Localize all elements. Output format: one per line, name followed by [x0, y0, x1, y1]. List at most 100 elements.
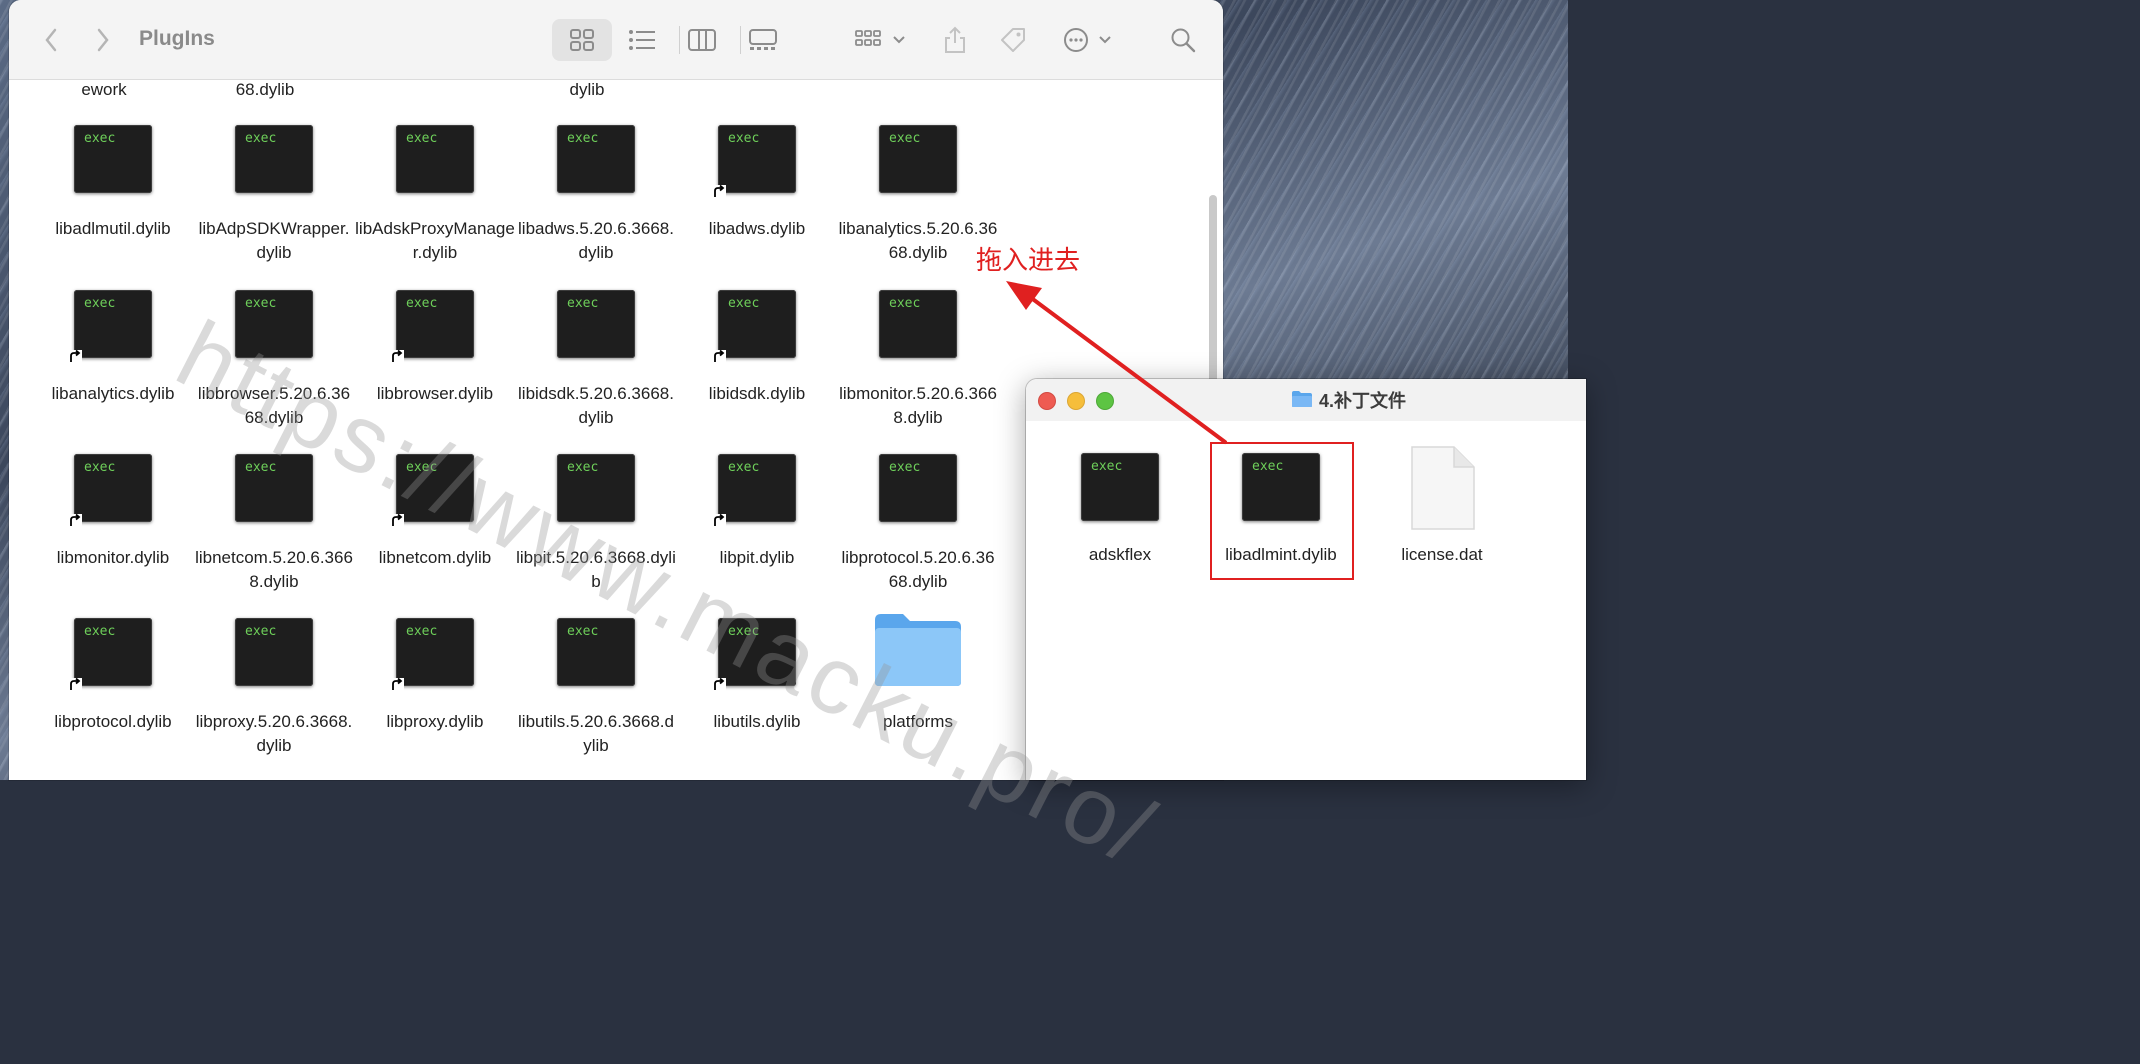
- exec-badge-text: exec: [567, 460, 599, 475]
- tag-icon[interactable]: [997, 24, 1029, 56]
- exec-file-icon: exec: [879, 125, 957, 193]
- file-item[interactable]: exec libbrowser.dylib: [355, 290, 515, 440]
- file-label: libbrowser.5.20.6.3668.dylib: [197, 384, 351, 427]
- close-button[interactable]: [1038, 392, 1056, 410]
- alias-arrow-icon: [68, 678, 82, 692]
- file-label: libutils.dylib: [713, 712, 801, 731]
- file-label: libprotocol.dylib: [54, 712, 172, 731]
- icon-view-icon[interactable]: [566, 24, 598, 56]
- exec-file-icon: exec: [74, 290, 152, 358]
- exec-file-icon: exec: [235, 125, 313, 193]
- exec-badge-text: exec: [84, 296, 116, 311]
- column-view-icon[interactable]: [686, 24, 718, 56]
- file-item[interactable]: exec libutils.dylib: [677, 618, 837, 768]
- alias-arrow-icon: [68, 514, 82, 528]
- file-label: libadws.dylib: [708, 219, 806, 238]
- file-item[interactable]: exec libproxy.dylib: [355, 618, 515, 768]
- file-item[interactable]: exec libpit.dylib: [677, 454, 837, 604]
- window-titlebar: 4.补丁文件: [1026, 379, 1586, 421]
- gallery-view-icon[interactable]: [746, 24, 780, 56]
- file-item[interactable]: exec libprotocol.5.20.6.3668.dylib: [838, 454, 998, 604]
- more-actions-icon[interactable]: [1059, 24, 1117, 56]
- exec-file-icon: exec: [396, 125, 474, 193]
- exec-badge-text: exec: [245, 296, 277, 311]
- exec-file-icon: exec: [74, 618, 152, 686]
- exec-badge-text: exec: [567, 624, 599, 639]
- list-view-icon[interactable]: [626, 24, 658, 56]
- exec-file-icon: exec: [235, 618, 313, 686]
- forward-icon[interactable]: [91, 24, 115, 56]
- folder-item[interactable]: platforms: [838, 614, 998, 768]
- alias-arrow-icon: [712, 514, 726, 528]
- folder-icon: [1291, 390, 1313, 413]
- file-item[interactable]: exec libmonitor.5.20.6.3668.dylib: [838, 290, 998, 440]
- zoom-button[interactable]: [1096, 392, 1114, 410]
- toolbar-divider: [679, 26, 680, 54]
- group-by-icon[interactable]: [852, 24, 912, 56]
- file-label: libpit.5.20.6.3668.dylib: [516, 548, 676, 591]
- file-item[interactable]: exec libidsdk.5.20.6.3668.dylib: [516, 290, 676, 440]
- folder-icon: [875, 614, 961, 686]
- file-item[interactable]: exec libadws.5.20.6.3668.dylib: [516, 125, 676, 275]
- file-label: libidsdk.5.20.6.3668.dylib: [518, 384, 674, 427]
- exec-badge-text: exec: [567, 296, 599, 311]
- exec-badge-text: exec: [406, 131, 438, 146]
- exec-badge-text: exec: [889, 296, 921, 311]
- file-item[interactable]: exec libanalytics.5.20.6.3668.dylib: [838, 125, 998, 275]
- alias-arrow-icon: [712, 185, 726, 199]
- file-label: libadlmutil.dylib: [55, 219, 171, 238]
- file-item[interactable]: exec libutils.5.20.6.3668.dylib: [516, 618, 676, 768]
- file-item[interactable]: exec libadws.dylib: [677, 125, 837, 275]
- exec-badge-text: exec: [406, 460, 438, 475]
- exec-file-icon: exec: [396, 290, 474, 358]
- file-item[interactable]: exec libidsdk.dylib: [677, 290, 837, 440]
- exec-file-icon: exec: [396, 618, 474, 686]
- file-item[interactable]: exec libadlmutil.dylib: [33, 125, 193, 275]
- back-icon[interactable]: [39, 24, 63, 56]
- file-item[interactable]: exec libnetcom.5.20.6.3668.dylib: [194, 454, 354, 604]
- exec-badge-text: exec: [84, 460, 116, 475]
- alias-arrow-icon: [712, 350, 726, 364]
- alias-arrow-icon: [390, 678, 404, 692]
- window-title: 4.补丁文件: [1319, 391, 1407, 411]
- exec-file-icon: exec: [718, 290, 796, 358]
- file-item[interactable]: exec libproxy.5.20.6.3668.dylib: [194, 618, 354, 768]
- file-label: libanalytics.dylib: [51, 384, 175, 403]
- exec-badge-text: exec: [889, 460, 921, 475]
- file-item[interactable]: exec libnetcom.dylib: [355, 454, 515, 604]
- file-item[interactable]: exec libprotocol.dylib: [33, 618, 193, 768]
- file-item[interactable]: exec libAdpSDKWrapper.dylib: [194, 125, 354, 275]
- file-label: libproxy.dylib: [386, 712, 484, 731]
- file-label: libanalytics.5.20.6.3668.dylib: [838, 219, 998, 262]
- partial-item-label: dylib: [569, 80, 605, 99]
- alias-arrow-icon: [390, 350, 404, 364]
- exec-badge-text: exec: [406, 624, 438, 639]
- file-item[interactable]: exec libAdskProxyManager.dylib: [355, 125, 515, 275]
- share-icon[interactable]: [941, 24, 969, 56]
- exec-file-icon: exec: [718, 618, 796, 686]
- patch-file-item[interactable]: exec adskflex: [1040, 453, 1200, 573]
- patch-file-item[interactable]: license.dat: [1362, 446, 1522, 573]
- file-item[interactable]: exec libmonitor.dylib: [33, 454, 193, 604]
- exec-badge-text: exec: [728, 296, 760, 311]
- file-label: libidsdk.dylib: [708, 384, 806, 403]
- file-label: libutils.5.20.6.3668.dylib: [518, 712, 674, 755]
- file-label: libpit.dylib: [719, 548, 795, 567]
- exec-badge-text: exec: [245, 131, 277, 146]
- exec-badge-text: exec: [728, 131, 760, 146]
- document-icon: [1411, 446, 1475, 530]
- file-label: libbrowser.dylib: [376, 384, 494, 403]
- exec-badge-text: exec: [84, 131, 116, 146]
- exec-file-icon: exec: [879, 290, 957, 358]
- exec-badge-text: exec: [406, 296, 438, 311]
- file-item[interactable]: exec libanalytics.dylib: [33, 290, 193, 440]
- exec-file-icon: exec: [235, 454, 313, 522]
- search-icon[interactable]: [1169, 24, 1197, 56]
- exec-file-icon: exec: [879, 454, 957, 522]
- exec-file-icon: exec: [235, 290, 313, 358]
- file-item[interactable]: exec libbrowser.5.20.6.3668.dylib: [194, 290, 354, 440]
- file-item[interactable]: exec libpit.5.20.6.3668.dylib: [516, 454, 676, 604]
- file-label: libAdskProxyManager.dylib: [355, 219, 515, 262]
- exec-badge-text: exec: [245, 460, 277, 475]
- minimize-button[interactable]: [1067, 392, 1085, 410]
